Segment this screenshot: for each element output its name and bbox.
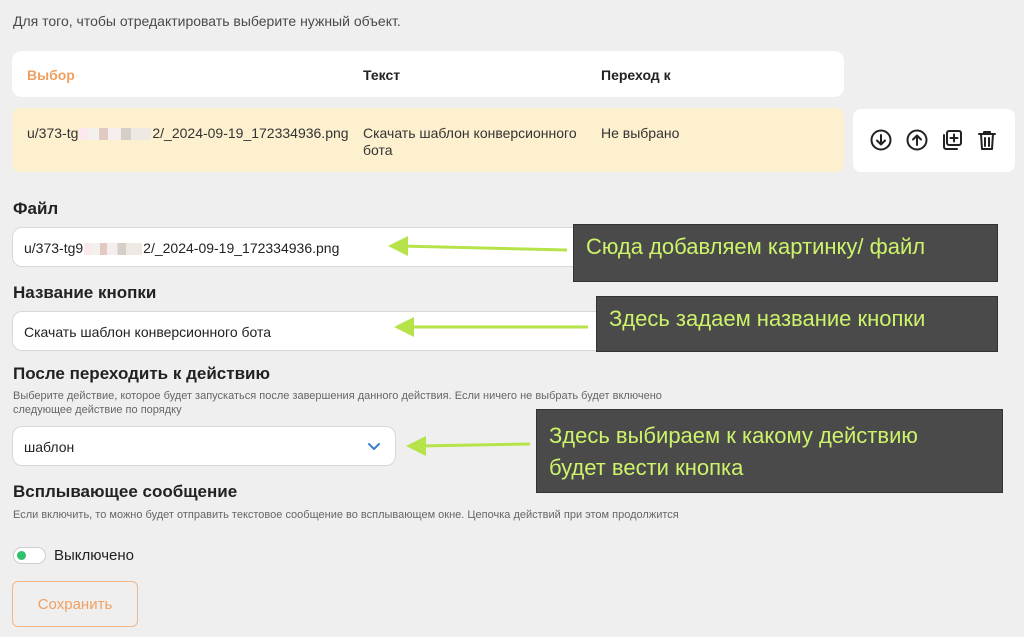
annotation-arrows: [388, 236, 588, 456]
